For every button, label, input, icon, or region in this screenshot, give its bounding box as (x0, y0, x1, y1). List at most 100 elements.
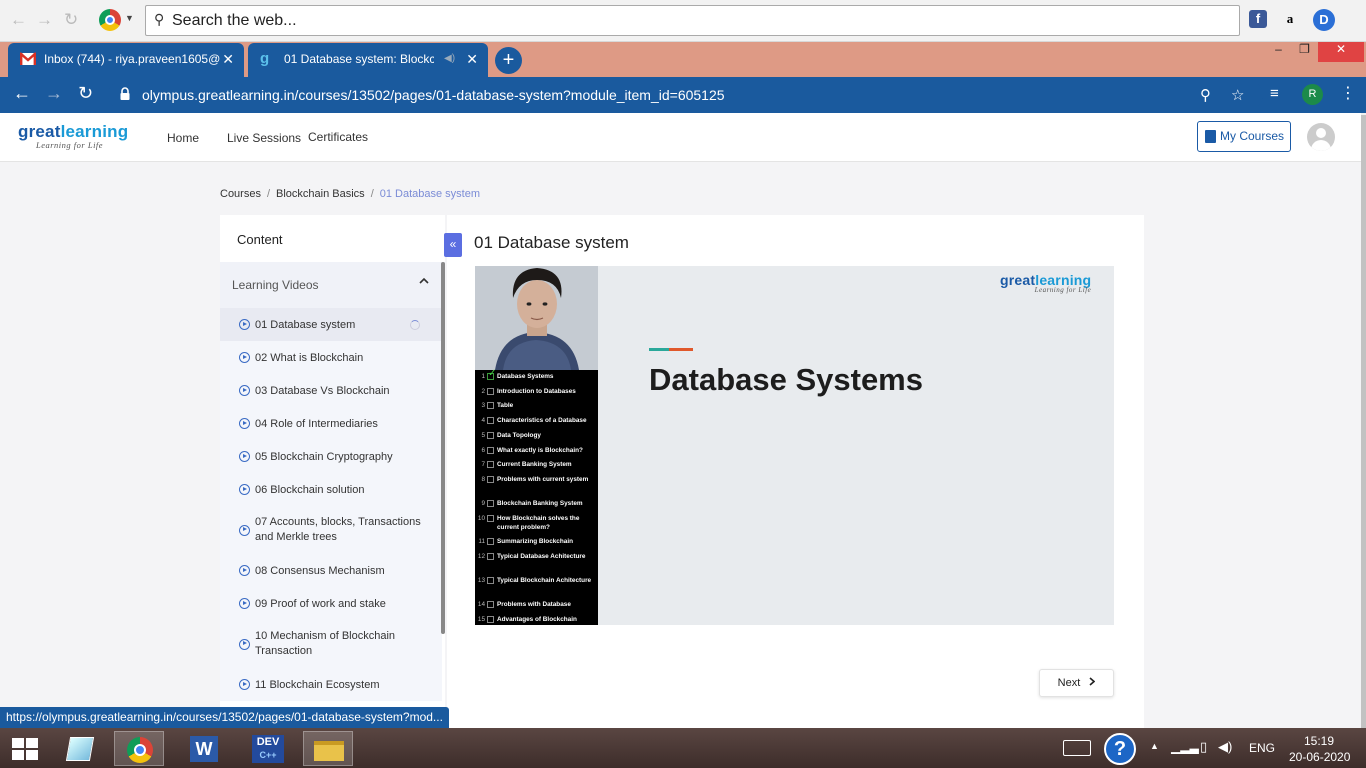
dropdown-caret-icon[interactable]: ▼ (125, 13, 134, 23)
lesson-item[interactable]: 06 Blockchain solution (220, 473, 442, 506)
lesson-item[interactable]: 04 Role of Intermediaries (220, 407, 442, 440)
sidebar-title: Content (237, 232, 283, 247)
my-courses-label: My Courses (1220, 129, 1285, 143)
taskbar-notes-app[interactable] (55, 731, 105, 766)
web-search-input[interactable] (172, 10, 1172, 32)
play-circle-icon (239, 679, 250, 690)
close-tab-icon[interactable]: ✕ (222, 43, 234, 75)
breadcrumb-current: 01 Database system (379, 188, 481, 200)
tab-inbox[interactable]: Inbox (744) - riya.praveen1605@ ✕ (8, 43, 244, 77)
taskbar-word-app[interactable]: W (179, 731, 229, 766)
forward-arrow-icon[interactable]: → (36, 10, 53, 30)
lesson-item[interactable]: 01 Database system (220, 308, 442, 341)
clock-time[interactable]: 15:19 (1304, 734, 1334, 748)
start-button[interactable] (12, 738, 38, 760)
lesson-item[interactable]: 07 Accounts, blocks, Transactions and Me… (220, 506, 442, 554)
lesson-item[interactable]: 05 Blockchain Cryptography (220, 440, 442, 473)
next-label: Next (1057, 677, 1081, 689)
play-circle-icon (239, 352, 250, 363)
collapse-sidebar-button[interactable]: « (444, 233, 462, 257)
lesson-title: 04 Role of Intermediaries (255, 417, 378, 430)
minimize-button[interactable]: – (1265, 42, 1292, 62)
back-icon[interactable]: ← (13, 83, 31, 104)
zoom-icon[interactable]: ⚲ (1200, 86, 1211, 104)
user-avatar[interactable] (1307, 123, 1335, 151)
nav-home[interactable]: Home (167, 131, 199, 145)
accent-bar (649, 348, 693, 351)
tab-title: Inbox (744) - riya.praveen1605@ (44, 52, 221, 66)
devcpp-icon: DEV C++ (252, 735, 284, 763)
lesson-title: 01 Database system (255, 318, 356, 331)
new-tab-button[interactable]: + (495, 47, 522, 74)
status-bar-url: https://olympus.greatlearning.in/courses… (0, 707, 449, 728)
taskbar-file-explorer-app[interactable] (303, 731, 353, 766)
forward-icon[interactable]: → (45, 83, 63, 104)
menu-dots-icon[interactable]: ⋮ (1340, 83, 1356, 103)
help-icon[interactable]: ? (1104, 733, 1136, 765)
reload-icon[interactable]: ↻ (64, 10, 78, 30)
lesson-title: 10 Mechanism of Blockchain Transaction (255, 630, 396, 657)
signal-icon[interactable]: ▁▂▃ (1171, 740, 1199, 754)
lesson-title: 09 Proof of work and stake (255, 597, 386, 610)
presenter-webcam (475, 266, 598, 370)
play-circle-icon (239, 451, 250, 462)
volume-icon[interactable]: ◀) (1218, 739, 1232, 755)
chevron-up-icon[interactable] (419, 276, 429, 288)
back-arrow-icon[interactable]: ← (10, 10, 27, 30)
window-close-button[interactable]: ✕ (1318, 42, 1364, 62)
play-circle-icon (239, 638, 250, 650)
extension-d-icon[interactable]: D (1313, 9, 1335, 31)
battery-icon[interactable]: ▯ (1200, 739, 1207, 755)
video-player[interactable]: 1 ✓ Database Systems 2 Introduction to Data… (475, 266, 1114, 625)
clock-date[interactable]: 20-06-2020 (1289, 750, 1350, 764)
my-courses-button[interactable]: My Courses (1197, 121, 1291, 152)
amazon-icon[interactable]: a (1281, 10, 1299, 28)
taskbar-devcpp-app[interactable]: DEV C++ (243, 731, 293, 766)
close-tab-icon[interactable]: ✕ (466, 43, 478, 75)
breadcrumb-course[interactable]: Blockchain Basics (276, 188, 365, 200)
taskbar-chrome-app[interactable] (114, 731, 164, 766)
url-field[interactable]: olympus.greatlearning.in/courses/13502/p… (108, 81, 1263, 109)
lock-icon (120, 87, 130, 100)
language-indicator[interactable]: ENG (1249, 741, 1275, 755)
next-button[interactable]: Next (1039, 669, 1114, 697)
lesson-item[interactable]: 02 What is Blockchain (220, 341, 442, 374)
sidebar-scrollbar[interactable] (441, 262, 445, 634)
web-search-bar[interactable]: ⚲ (145, 5, 1240, 36)
lesson-item[interactable]: 03 Database Vs Blockchain (220, 374, 442, 407)
page-scrollbar[interactable] (1361, 113, 1366, 729)
lesson-item[interactable]: 08 Consensus Mechanism (220, 554, 442, 587)
tab-database-system[interactable]: g 01 Database system: Blockch ◀) ✕ (248, 43, 488, 77)
tab-title: 01 Database system: Blockch (284, 52, 434, 66)
facebook-icon[interactable]: f (1249, 10, 1267, 28)
url-text: olympus.greatlearning.in/courses/13502/p… (142, 87, 725, 103)
breadcrumb-courses[interactable]: Courses (220, 188, 261, 200)
nav-certificates[interactable]: Certificates (308, 130, 368, 144)
slide-heading: Database Systems (649, 362, 923, 397)
folder-icon (314, 741, 344, 761)
address-bar: ← → ↻ olympus.greatlearning.in/courses/1… (0, 77, 1366, 113)
tray-expand-icon[interactable]: ▲ (1150, 741, 1159, 751)
lesson-title: 07 Accounts, blocks, Transactions and Me… (255, 516, 421, 543)
nav-live-sessions[interactable]: Live Sessions (227, 131, 301, 145)
play-circle-icon (239, 598, 250, 609)
chevron-right-icon (1089, 670, 1096, 697)
bookmark-star-icon[interactable]: ☆ (1231, 86, 1244, 104)
search-icon: ⚲ (154, 11, 165, 27)
lesson-item[interactable]: 10 Mechanism of Blockchain Transaction (220, 620, 442, 668)
media-control-icon[interactable]: ≡ (1270, 85, 1279, 102)
keyboard-icon[interactable] (1063, 740, 1091, 756)
lesson-item[interactable]: 11 Blockchain Ecosystem (220, 668, 442, 701)
greatlearning-logo[interactable]: greatlearning Learning for Life (18, 122, 128, 150)
reload-icon[interactable]: ↻ (78, 83, 93, 104)
play-circle-icon (239, 319, 250, 330)
logo-text-b: learning (60, 122, 129, 141)
site-header: greatlearning Learning for Life Home Liv… (0, 113, 1366, 162)
check-icon: ✓ (487, 368, 497, 380)
speaker-icon[interactable]: ◀) (444, 43, 455, 75)
lesson-item[interactable]: 09 Proof of work and stake (220, 587, 442, 620)
chrome-logo-icon[interactable] (99, 9, 121, 31)
section-learning-videos[interactable]: Learning Videos (220, 262, 445, 308)
maximize-button[interactable]: ❐ (1291, 42, 1318, 62)
profile-avatar[interactable]: R (1302, 84, 1323, 105)
